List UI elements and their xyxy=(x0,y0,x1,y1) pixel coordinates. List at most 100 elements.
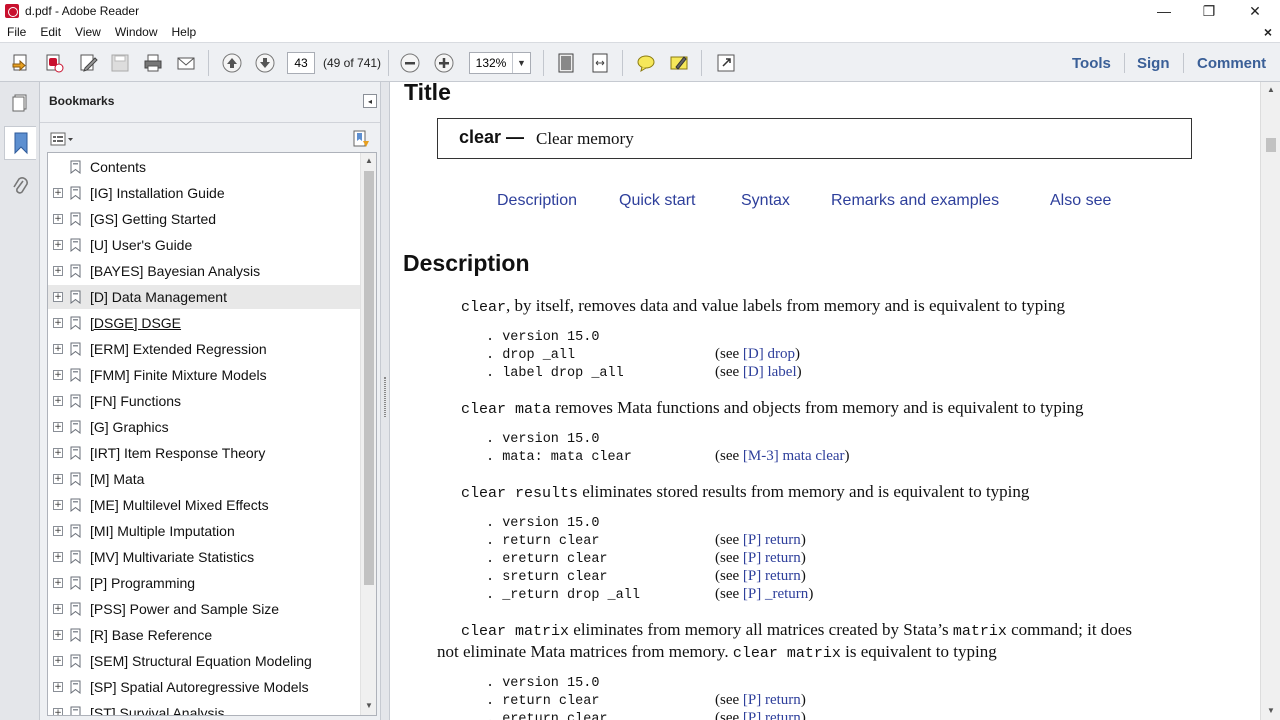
minimize-button[interactable]: — xyxy=(1141,0,1187,22)
expand-plus-icon[interactable]: + xyxy=(53,500,63,510)
scroll-thumb[interactable] xyxy=(1266,138,1276,152)
bookmark-item[interactable]: + [ERM] Extended Regression xyxy=(48,337,360,361)
zoom-out-icon[interactable] xyxy=(398,51,422,75)
panel-splitter[interactable] xyxy=(380,82,390,720)
bookmark-item[interactable]: + [PSS] Power and Sample Size xyxy=(48,597,360,621)
save-icon[interactable] xyxy=(108,51,132,75)
sign-link[interactable]: Sign xyxy=(1137,55,1170,72)
nav-link-description[interactable]: Description xyxy=(497,192,577,210)
scroll-up-icon[interactable]: ▲ xyxy=(365,156,373,165)
document-scrollbar[interactable]: ▲ ▼ xyxy=(1260,82,1280,720)
restore-button[interactable]: ❐ xyxy=(1186,0,1232,22)
zoom-select[interactable]: ▼ xyxy=(469,52,531,74)
bookmark-item[interactable]: + [FMM] Finite Mixture Models xyxy=(48,363,360,387)
bookmark-item[interactable]: + [M] Mata xyxy=(48,467,360,491)
expand-plus-icon[interactable]: + xyxy=(53,214,63,224)
reference-link[interactable]: [M-3] mata clear xyxy=(743,448,845,464)
close-document-button[interactable]: × xyxy=(1264,24,1272,40)
comment-link[interactable]: Comment xyxy=(1197,55,1266,72)
reference-link[interactable]: [P] return xyxy=(743,692,801,708)
menu-edit[interactable]: Edit xyxy=(33,25,68,39)
reference-link[interactable]: [D] drop xyxy=(743,346,795,362)
print-icon[interactable] xyxy=(141,51,165,75)
bookmark-item[interactable]: + [BAYES] Bayesian Analysis xyxy=(48,259,360,283)
edit-document-icon[interactable] xyxy=(76,51,100,75)
close-window-button[interactable]: ✕ xyxy=(1232,0,1278,22)
zoom-in-icon[interactable] xyxy=(432,51,456,75)
reference-link[interactable]: [P] return xyxy=(743,532,801,548)
collapse-panel-button[interactable]: ◂ xyxy=(363,94,377,108)
expand-plus-icon[interactable]: + xyxy=(53,318,63,328)
menu-help[interactable]: Help xyxy=(165,25,204,39)
create-pdf-icon[interactable] xyxy=(9,51,33,75)
bookmark-item[interactable]: + [G] Graphics xyxy=(48,415,360,439)
expand-plus-icon[interactable]: + xyxy=(53,526,63,536)
highlight-text-icon[interactable] xyxy=(667,51,691,75)
tools-link[interactable]: Tools xyxy=(1072,55,1111,72)
expand-plus-icon[interactable]: + xyxy=(53,474,63,484)
bookmark-item[interactable]: + [ME] Multilevel Mixed Effects xyxy=(48,493,360,517)
bookmark-item[interactable]: + [R] Base Reference xyxy=(48,623,360,647)
sticky-note-icon[interactable] xyxy=(634,51,658,75)
expand-plus-icon[interactable]: + xyxy=(53,422,63,432)
attachments-icon[interactable] xyxy=(4,170,36,204)
scroll-up-icon[interactable]: ▲ xyxy=(1267,85,1275,94)
scroll-down-icon[interactable]: ▼ xyxy=(1267,706,1275,715)
bookmark-item[interactable]: + [IG] Installation Guide xyxy=(48,181,360,205)
nav-link-syntax[interactable]: Syntax xyxy=(741,192,790,210)
bookmark-item[interactable]: Contents xyxy=(48,155,360,179)
expand-plus-icon[interactable]: + xyxy=(53,370,63,380)
bookmark-item[interactable]: + [DSGE] DSGE xyxy=(48,311,360,335)
reference-link[interactable]: [P] _return xyxy=(743,586,808,602)
fit-page-icon[interactable] xyxy=(554,51,578,75)
bookmark-item[interactable]: + [GS] Getting Started xyxy=(48,207,360,231)
bookmark-item[interactable]: + [ST] Survival Analysis xyxy=(48,701,360,715)
bookmark-item[interactable]: + [FN] Functions xyxy=(48,389,360,413)
reference-link[interactable]: [P] return xyxy=(743,550,801,566)
bookmark-options-icon[interactable] xyxy=(50,130,76,148)
bookmark-item[interactable]: + [MI] Multiple Imputation xyxy=(48,519,360,543)
bookmark-item[interactable]: + [IRT] Item Response Theory xyxy=(48,441,360,465)
bookmarks-scrollbar[interactable]: ▲ ▼ xyxy=(360,153,376,715)
expand-plus-icon[interactable]: + xyxy=(53,240,63,250)
nav-link-quick-start[interactable]: Quick start xyxy=(619,192,695,210)
menu-window[interactable]: Window xyxy=(108,25,165,39)
scroll-thumb[interactable] xyxy=(364,171,374,585)
expand-plus-icon[interactable]: + xyxy=(53,552,63,562)
fit-width-icon[interactable] xyxy=(588,51,612,75)
combine-files-icon[interactable] xyxy=(42,51,66,75)
bookmark-tool-icon[interactable] xyxy=(351,129,371,149)
reference-link[interactable]: [P] return xyxy=(743,568,801,584)
bookmark-item[interactable]: + [SP] Spatial Autoregressive Models xyxy=(48,675,360,699)
email-icon[interactable] xyxy=(174,51,198,75)
expand-icon[interactable] xyxy=(714,51,738,75)
nav-link-remarks-and-examples[interactable]: Remarks and examples xyxy=(831,192,999,210)
expand-plus-icon[interactable]: + xyxy=(53,656,63,666)
next-page-icon[interactable] xyxy=(253,51,277,75)
menu-view[interactable]: View xyxy=(68,25,108,39)
nav-link-also-see[interactable]: Also see xyxy=(1050,192,1111,210)
expand-plus-icon[interactable]: + xyxy=(53,396,63,406)
expand-plus-icon[interactable]: + xyxy=(53,604,63,614)
bookmark-item[interactable]: + [MV] Multivariate Statistics xyxy=(48,545,360,569)
bookmark-item[interactable]: + [D] Data Management xyxy=(48,285,360,309)
expand-plus-icon[interactable]: + xyxy=(53,292,63,302)
expand-plus-icon[interactable]: + xyxy=(53,682,63,692)
expand-plus-icon[interactable]: + xyxy=(53,708,63,715)
expand-plus-icon[interactable]: + xyxy=(53,448,63,458)
reference-link[interactable]: [D] label xyxy=(743,364,797,380)
bookmarks-icon[interactable] xyxy=(4,126,36,160)
expand-plus-icon[interactable]: + xyxy=(53,344,63,354)
scroll-down-icon[interactable]: ▼ xyxy=(365,701,373,710)
zoom-input[interactable] xyxy=(470,53,512,73)
bookmark-item[interactable]: + [P] Programming xyxy=(48,571,360,595)
expand-plus-icon[interactable]: + xyxy=(53,266,63,276)
bookmark-item[interactable]: + [U] User's Guide xyxy=(48,233,360,257)
page-number-input[interactable] xyxy=(287,52,315,74)
expand-plus-icon[interactable]: + xyxy=(53,630,63,640)
bookmark-item[interactable]: + [SEM] Structural Equation Modeling xyxy=(48,649,360,673)
chevron-down-icon[interactable]: ▼ xyxy=(512,53,530,73)
previous-page-icon[interactable] xyxy=(220,51,244,75)
expand-plus-icon[interactable]: + xyxy=(53,578,63,588)
expand-plus-icon[interactable]: + xyxy=(53,188,63,198)
